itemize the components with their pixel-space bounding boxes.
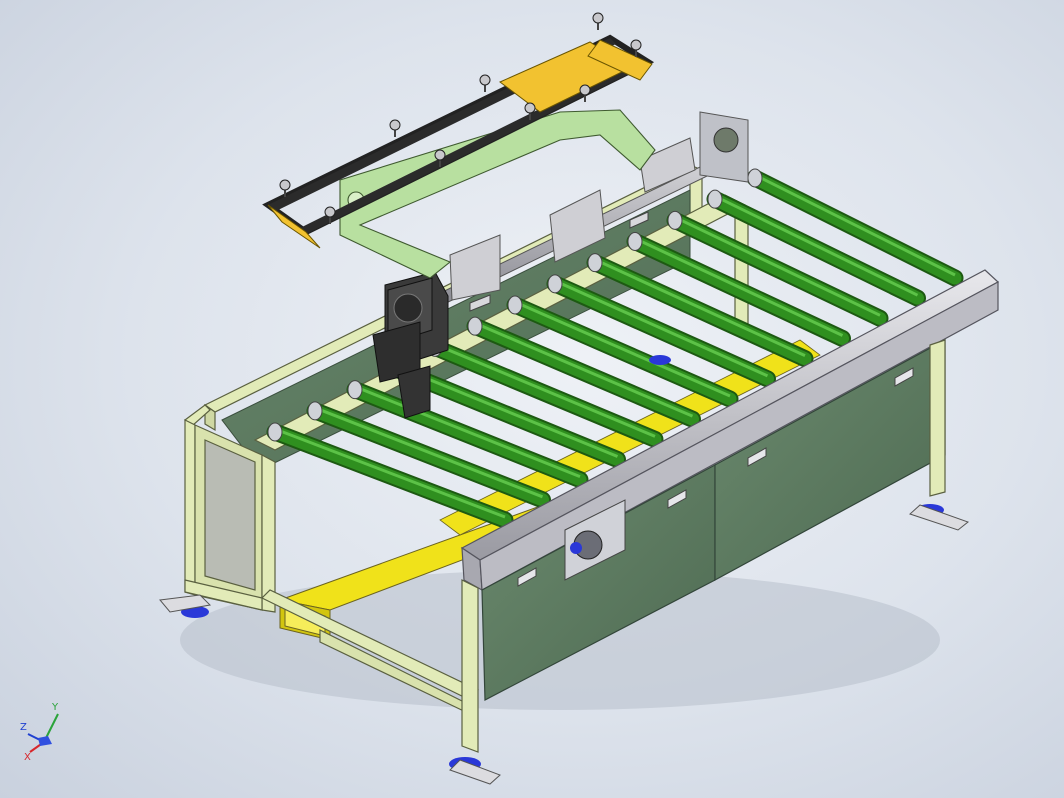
- roller-bearing: [547, 274, 563, 294]
- suction-cup: [630, 39, 642, 51]
- suction-cup: [389, 119, 401, 131]
- suction-cup: [434, 149, 446, 161]
- roller-bearing: [627, 232, 643, 251]
- roller-conveyor-model[interactable]: [0, 0, 1064, 798]
- roller-bearing: [347, 380, 363, 400]
- z-axis-label: Z: [20, 722, 27, 733]
- roller-bearing: [587, 253, 603, 273]
- roller-bearing: [707, 189, 723, 209]
- roller-bearing: [307, 401, 323, 421]
- roller-bearing: [507, 295, 523, 315]
- suction-cup: [592, 12, 604, 24]
- suction-cup: [324, 206, 336, 218]
- roller-bearing: [467, 316, 483, 336]
- triad-cube: [38, 736, 52, 746]
- suction-cup: [479, 74, 491, 86]
- roller-bearing: [267, 422, 283, 442]
- suction-cup: [579, 84, 591, 96]
- suction-cup: [524, 102, 536, 114]
- y-axis-label: Y: [51, 702, 59, 713]
- x-axis-label: X: [24, 752, 31, 762]
- roller-bearing: [667, 210, 683, 230]
- axis-triad: Y Z X: [20, 702, 59, 762]
- cad-viewport[interactable]: Y Z X: [0, 0, 1064, 798]
- suction-cup: [279, 179, 291, 191]
- roller-bearing: [747, 168, 763, 188]
